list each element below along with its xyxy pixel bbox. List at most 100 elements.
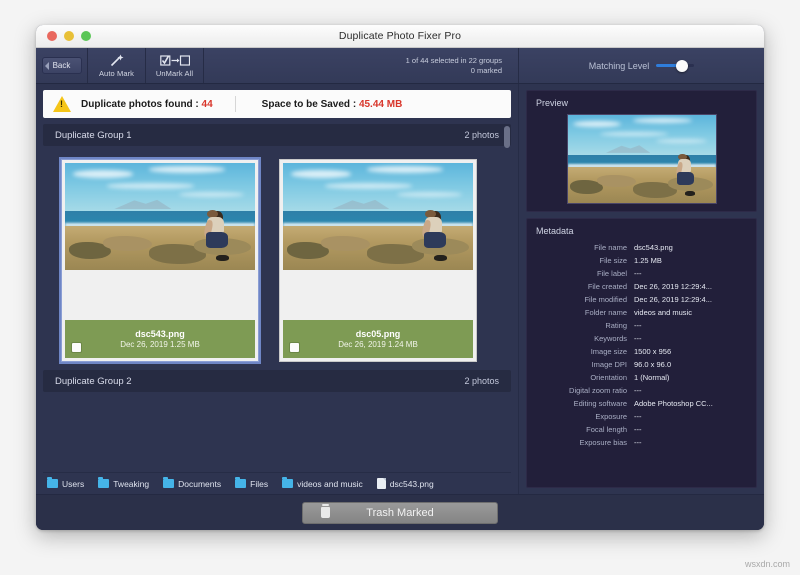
auto-mark-button[interactable]: Auto Mark [88, 48, 146, 83]
unmark-all-button[interactable]: UnMark All [146, 48, 204, 83]
metadata-value: --- [634, 438, 642, 447]
preview-title: Preview [536, 98, 569, 108]
metadata-value: --- [634, 321, 642, 330]
metadata-row: File name dsc543.png [536, 242, 747, 253]
breadcrumb-item-files[interactable]: Files [235, 477, 269, 489]
metadata-key: Image size [590, 347, 627, 356]
metadata-value: videos and music [634, 308, 692, 317]
metadata-row: Exposure bias --- [536, 437, 747, 448]
matching-level-slider[interactable] [656, 59, 695, 72]
metadata-panel: Metadata File name dsc543.png File size 1.… [526, 218, 757, 488]
breadcrumb-item-users[interactable]: Users [47, 477, 85, 489]
duplicates-found-text: Duplicate photos found : 44 [81, 99, 213, 110]
titlebar: Duplicate Photo Fixer Pro [36, 25, 764, 48]
toolbar-buttons: Back Auto Mark UnMark All 1 of 44 select… [36, 48, 518, 83]
preview-panel: Preview [526, 90, 757, 212]
back-button-label: Back [41, 57, 82, 74]
metadata-key: Keywords [594, 334, 627, 343]
metadata-key: Focal length [586, 425, 627, 434]
photo-detail: Dec 26, 2019 1.24 MB [338, 340, 418, 349]
photo-detail: Dec 26, 2019 1.25 MB [120, 340, 200, 349]
watermark: wsxdn.com [744, 559, 790, 569]
slider-knob[interactable] [676, 59, 689, 72]
metadata-key: Rating [605, 321, 627, 330]
breadcrumb-label: Users [62, 478, 85, 489]
metadata-row: Focal length --- [536, 424, 747, 435]
metadata-row: File created Dec 26, 2019 12:29:4... [536, 281, 747, 292]
metadata-key: Digital zoom ratio [569, 386, 627, 395]
screen: Duplicate Photo Fixer Pro Back Auto Mark [0, 0, 800, 575]
warning-triangle-icon [53, 96, 71, 112]
photo-mark-checkbox[interactable] [71, 342, 82, 353]
metadata-value: --- [634, 269, 642, 278]
breadcrumb: Users Tweaking Documents Files videos an… [43, 472, 511, 494]
metadata-row: Image DPI 96.0 x 96.0 [536, 359, 747, 370]
metadata-key: Orientation [590, 373, 627, 382]
photo-card-padding [65, 270, 255, 320]
photo-mark-checkbox[interactable] [289, 342, 300, 353]
folder-icon [47, 477, 58, 488]
metadata-value: 1 (Normal) [634, 373, 670, 382]
preview-image[interactable] [566, 114, 717, 204]
matching-level-label: Matching Level [588, 60, 650, 71]
group-photo-count: 2 photos [464, 130, 499, 140]
breadcrumb-label: Tweaking [113, 478, 150, 489]
metadata-row: Image size 1500 x 956 [536, 346, 747, 357]
group-header[interactable]: Duplicate Group 1 2 photos [43, 124, 511, 146]
metadata-value: dsc543.png [634, 243, 673, 252]
group-photo-count: 2 photos [464, 376, 499, 386]
metadata-key: Exposure bias [579, 438, 627, 447]
groups-scrollbar[interactable] [504, 126, 510, 148]
photo-card-label: dsc05.png Dec 26, 2019 1.24 MB [283, 320, 473, 358]
breadcrumb-item-file[interactable]: dsc543.png [376, 478, 434, 489]
preview-image-wrap [536, 114, 747, 204]
photo-thumbnail [65, 163, 255, 270]
group-title: Duplicate Group 1 [55, 129, 132, 141]
metadata-value: Dec 26, 2019 12:29:4... [634, 282, 712, 291]
back-button[interactable]: Back [36, 48, 88, 83]
breadcrumb-item-videos-and-music[interactable]: videos and music [282, 477, 363, 489]
matching-level-control: Matching Level [518, 48, 764, 83]
metadata-value: --- [634, 386, 642, 395]
selection-status-line-1: 1 of 44 selected in 22 groups [405, 56, 502, 65]
metadata-value: 1.25 MB [634, 256, 662, 265]
breadcrumb-item-documents[interactable]: Documents [163, 477, 222, 489]
app-window: Duplicate Photo Fixer Pro Back Auto Mark [36, 25, 764, 530]
toolbar: Back Auto Mark UnMark All 1 of 44 select… [36, 48, 764, 84]
metadata-row: Rating --- [536, 320, 747, 331]
breadcrumb-label: videos and music [297, 478, 363, 489]
metadata-row: Exposure --- [536, 411, 747, 422]
photo-name: dsc543.png [135, 329, 185, 339]
metadata-value: 1500 x 956 [634, 347, 672, 356]
footer: Trash Marked [36, 494, 764, 530]
breadcrumb-item-tweaking[interactable]: Tweaking [98, 477, 150, 489]
space-saved-value: 45.44 MB [358, 98, 403, 110]
metadata-key: File name [594, 243, 627, 252]
photo-card-label: dsc543.png Dec 26, 2019 1.25 MB [65, 320, 255, 358]
trash-marked-button[interactable]: Trash Marked [302, 501, 498, 524]
breadcrumb-label: dsc543.png [389, 478, 434, 489]
metadata-row: File modified Dec 26, 2019 12:29:4... [536, 294, 747, 305]
folder-icon [98, 477, 110, 488]
photo-card[interactable]: dsc05.png Dec 26, 2019 1.24 MB [279, 159, 477, 362]
metadata-row: Keywords --- [536, 333, 747, 344]
group-header[interactable]: Duplicate Group 2 2 photos [43, 370, 511, 392]
duplicate-groups-list[interactable]: Duplicate Group 1 2 photos dsc543.png De… [43, 124, 511, 472]
metadata-row: Editing software Adobe Photoshop CC... [536, 398, 747, 409]
metadata-title: Metadata [536, 226, 574, 236]
photo-card[interactable]: dsc543.png Dec 26, 2019 1.25 MB [59, 157, 261, 364]
window-body: Duplicate photos found : 44 Space to be … [36, 84, 764, 494]
metadata-key: File size [599, 256, 627, 265]
photo-thumbnail [283, 163, 473, 270]
selection-status: 1 of 44 selected in 22 groups 0 marked [204, 48, 518, 83]
metadata-value: 96.0 x 96.0 [634, 360, 672, 369]
breadcrumb-label: Documents [178, 478, 222, 489]
wand-icon [109, 53, 124, 68]
duplicates-found-label: Duplicate photos found : [81, 98, 202, 110]
unmark-all-label: UnMark All [155, 69, 194, 78]
results-column: Duplicate photos found : 44 Space to be … [36, 84, 518, 494]
metadata-row: File label --- [536, 268, 747, 279]
breadcrumb-label: Files [250, 478, 269, 489]
metadata-row: Orientation 1 (Normal) [536, 372, 747, 383]
metadata-row: File size 1.25 MB [536, 255, 747, 266]
